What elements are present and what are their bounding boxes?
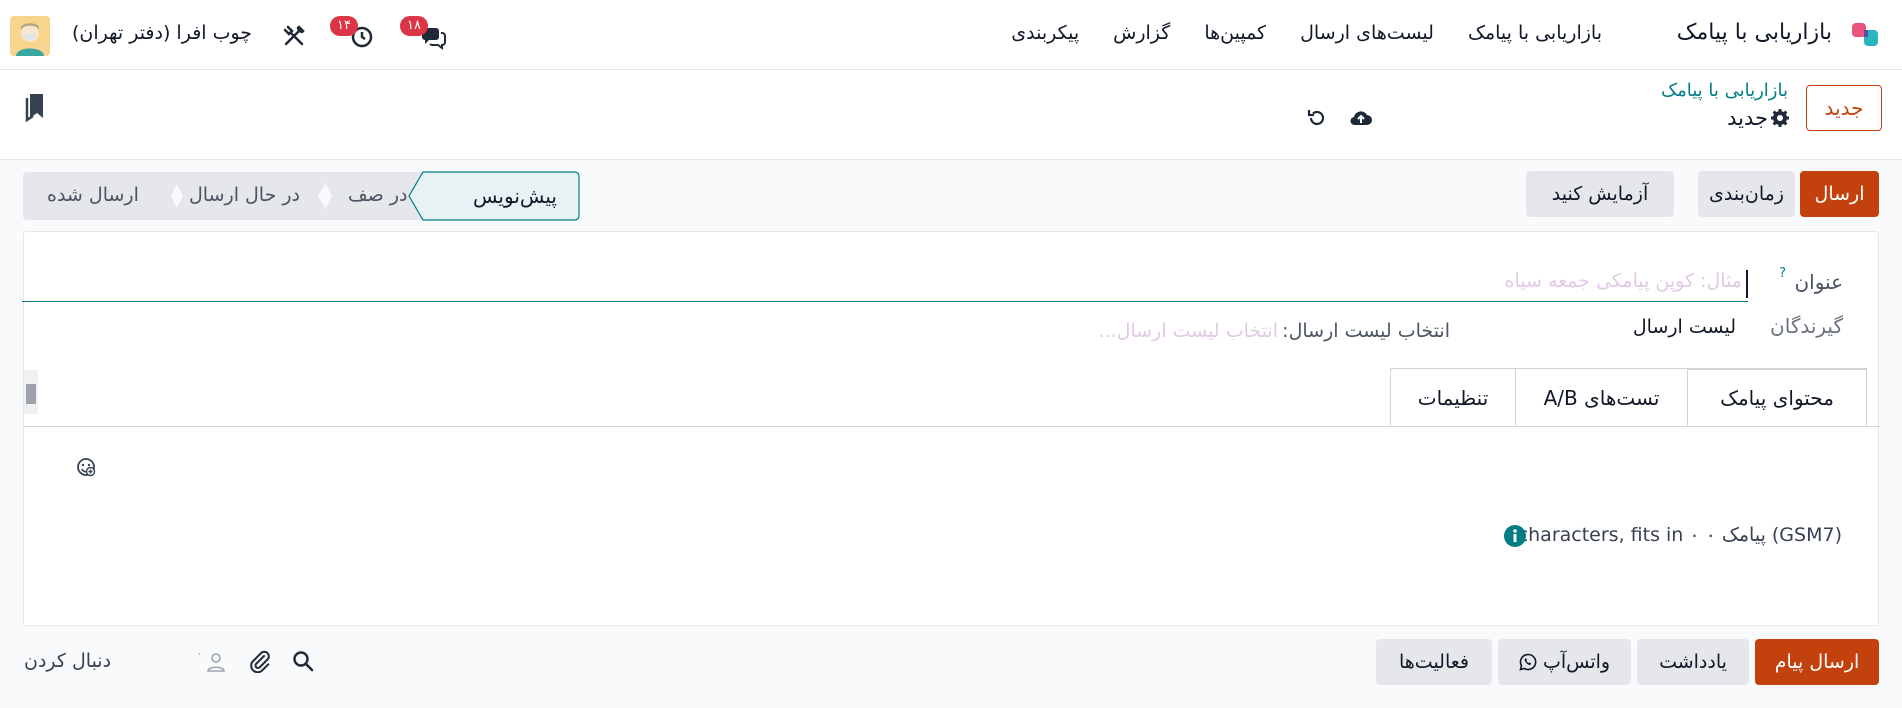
subject-input[interactable]: مثال: کوپن پیامکی جمعه سیاه — [22, 266, 1748, 302]
sms-marketing-app-icon[interactable] — [1850, 20, 1882, 52]
whatsapp-button[interactable]: واتس‌آپ — [1498, 639, 1631, 685]
search-icon[interactable] — [292, 650, 314, 672]
stage-sent[interactable]: ارسال شده — [47, 184, 139, 206]
menu-item-mailing-lists[interactable]: لیست‌های ارسال — [1300, 22, 1434, 44]
company-switcher[interactable]: چوب افرا (دفتر تهران) — [72, 22, 252, 44]
stage-sending[interactable]: در حال ارسال — [189, 184, 300, 206]
whatsapp-icon — [1519, 653, 1537, 671]
mailing-list-input[interactable]: انتخاب لیست ارسال... — [1098, 320, 1278, 342]
send-button[interactable]: ارسال — [1800, 171, 1879, 217]
messages-menu[interactable]: ۱۸ — [400, 16, 450, 54]
activities-menu[interactable]: ۱۴ — [330, 16, 378, 54]
status-bar: پیش‌نویس در صف در حال ارسال ارسال شده — [23, 171, 583, 221]
tab-sms-content[interactable]: محتوای پیامک — [1687, 368, 1867, 426]
control-panel: جدید بازاریابی با پیامک جدید — [0, 70, 1902, 160]
bookmarks-icon[interactable] — [24, 92, 46, 122]
notebook-tabs: محتوای پیامک تست‌های A/B تنظیمات — [1390, 368, 1867, 426]
discard-icon[interactable] — [1306, 107, 1328, 129]
info-icon[interactable] — [1504, 525, 1526, 547]
recipients-label: گیرندگان — [1770, 314, 1843, 338]
app-name[interactable]: بازاریابی با پیامک — [1677, 20, 1832, 45]
followers-icon[interactable] — [206, 652, 226, 672]
send-message-button[interactable]: ارسال پیام — [1755, 639, 1879, 685]
menu-item-reporting[interactable]: گزارش — [1113, 22, 1170, 44]
text-cursor — [1746, 270, 1748, 298]
test-button[interactable]: آزمایش کنید — [1526, 171, 1674, 217]
activities-button[interactable]: فعالیت‌ها — [1376, 639, 1492, 685]
stage-queued[interactable]: در صف — [348, 184, 407, 206]
scrollbar[interactable] — [24, 370, 38, 414]
whatsapp-label: واتس‌آپ — [1542, 651, 1611, 673]
form-sheet: عنوان ? مثال: کوپن پیامکی جمعه سیاه گیرن… — [22, 231, 1880, 626]
messages-count-badge: ۱۸ — [400, 16, 428, 36]
tab-settings[interactable]: تنظیمات — [1390, 368, 1516, 426]
save-cloud-icon[interactable] — [1349, 107, 1373, 129]
tab-ab-tests[interactable]: تست‌های A/B — [1515, 368, 1688, 426]
paperclip-icon[interactable] — [248, 649, 272, 673]
tabs-divider — [24, 426, 1880, 427]
log-note-button[interactable]: یادداشت — [1637, 639, 1749, 685]
main-menu: بازاریابی با پیامک لیست‌های ارسال کمپین‌… — [1011, 22, 1602, 44]
user-avatar[interactable] — [10, 16, 50, 56]
menu-item-campaigns[interactable]: کمپین‌ها — [1204, 22, 1266, 44]
breadcrumb-current: جدید — [1727, 106, 1768, 130]
subject-help-tooltip[interactable]: ? — [1779, 266, 1786, 281]
followers-count: ۰ — [196, 646, 203, 660]
breadcrumb-parent-link[interactable]: بازاریابی با پیامک — [1661, 80, 1788, 101]
user-avatar-icon — [10, 16, 50, 56]
subject-label: عنوان — [1794, 270, 1843, 294]
subject-placeholder: مثال: کوپن پیامکی جمعه سیاه — [1504, 270, 1742, 292]
menu-item-sms-marketing[interactable]: بازاریابی با پیامک — [1468, 22, 1602, 44]
follow-button[interactable]: دنبال کردن — [24, 650, 111, 672]
mailing-list-label: انتخاب لیست ارسال: — [1282, 320, 1450, 342]
gear-icon[interactable] — [1770, 108, 1790, 128]
menu-item-configuration[interactable]: پیکربندی — [1011, 22, 1079, 44]
schedule-button[interactable]: زمان‌بندی — [1698, 171, 1795, 217]
activities-count-badge: ۱۴ — [330, 16, 358, 36]
tools-icon[interactable] — [282, 24, 306, 48]
emoji-add-icon[interactable] — [76, 457, 96, 477]
new-record-button[interactable]: جدید — [1806, 85, 1882, 131]
stage-draft[interactable]: پیش‌نویس — [473, 184, 557, 208]
recipients-type-selector[interactable]: لیست ارسال — [1633, 316, 1736, 338]
scrollbar-thumb[interactable] — [26, 384, 36, 404]
sms-char-count: characters, fits in ۰ ۰ پیامک (GSM7) — [1517, 524, 1842, 546]
top-navbar: بازاریابی با پیامک بازاریابی با پیامک لی… — [0, 0, 1902, 70]
